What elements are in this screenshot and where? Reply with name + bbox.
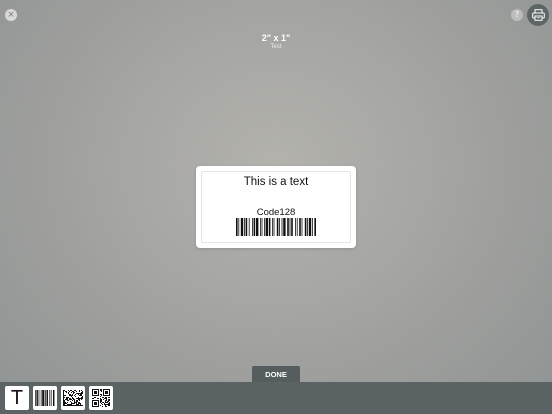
print-button[interactable] [527,4,549,26]
printer-icon [531,9,545,21]
close-icon[interactable]: × [5,9,17,21]
qrcode-icon [92,389,110,407]
done-button[interactable]: DONE [252,366,300,382]
help-icon[interactable]: ? [511,9,523,21]
add-barcode-button[interactable] [33,386,57,410]
barcode-element[interactable] [236,218,316,236]
text-icon: T [10,387,24,409]
label-preview[interactable]: This is a text Code128 [196,166,356,248]
label-size-title: 2" x 1" [261,33,291,43]
add-text-button[interactable]: T [5,386,29,410]
label-name: Test [270,44,282,50]
add-datamatrix-button[interactable] [61,386,85,410]
label-canvas: This is a text Code128 [201,171,351,243]
add-qrcode-button[interactable] [89,386,113,410]
barcode-caption: Code128 [256,207,296,218]
datamatrix-icon [63,390,83,406]
label-text-element[interactable]: This is a text [202,176,350,188]
barcode-icon [35,390,55,406]
